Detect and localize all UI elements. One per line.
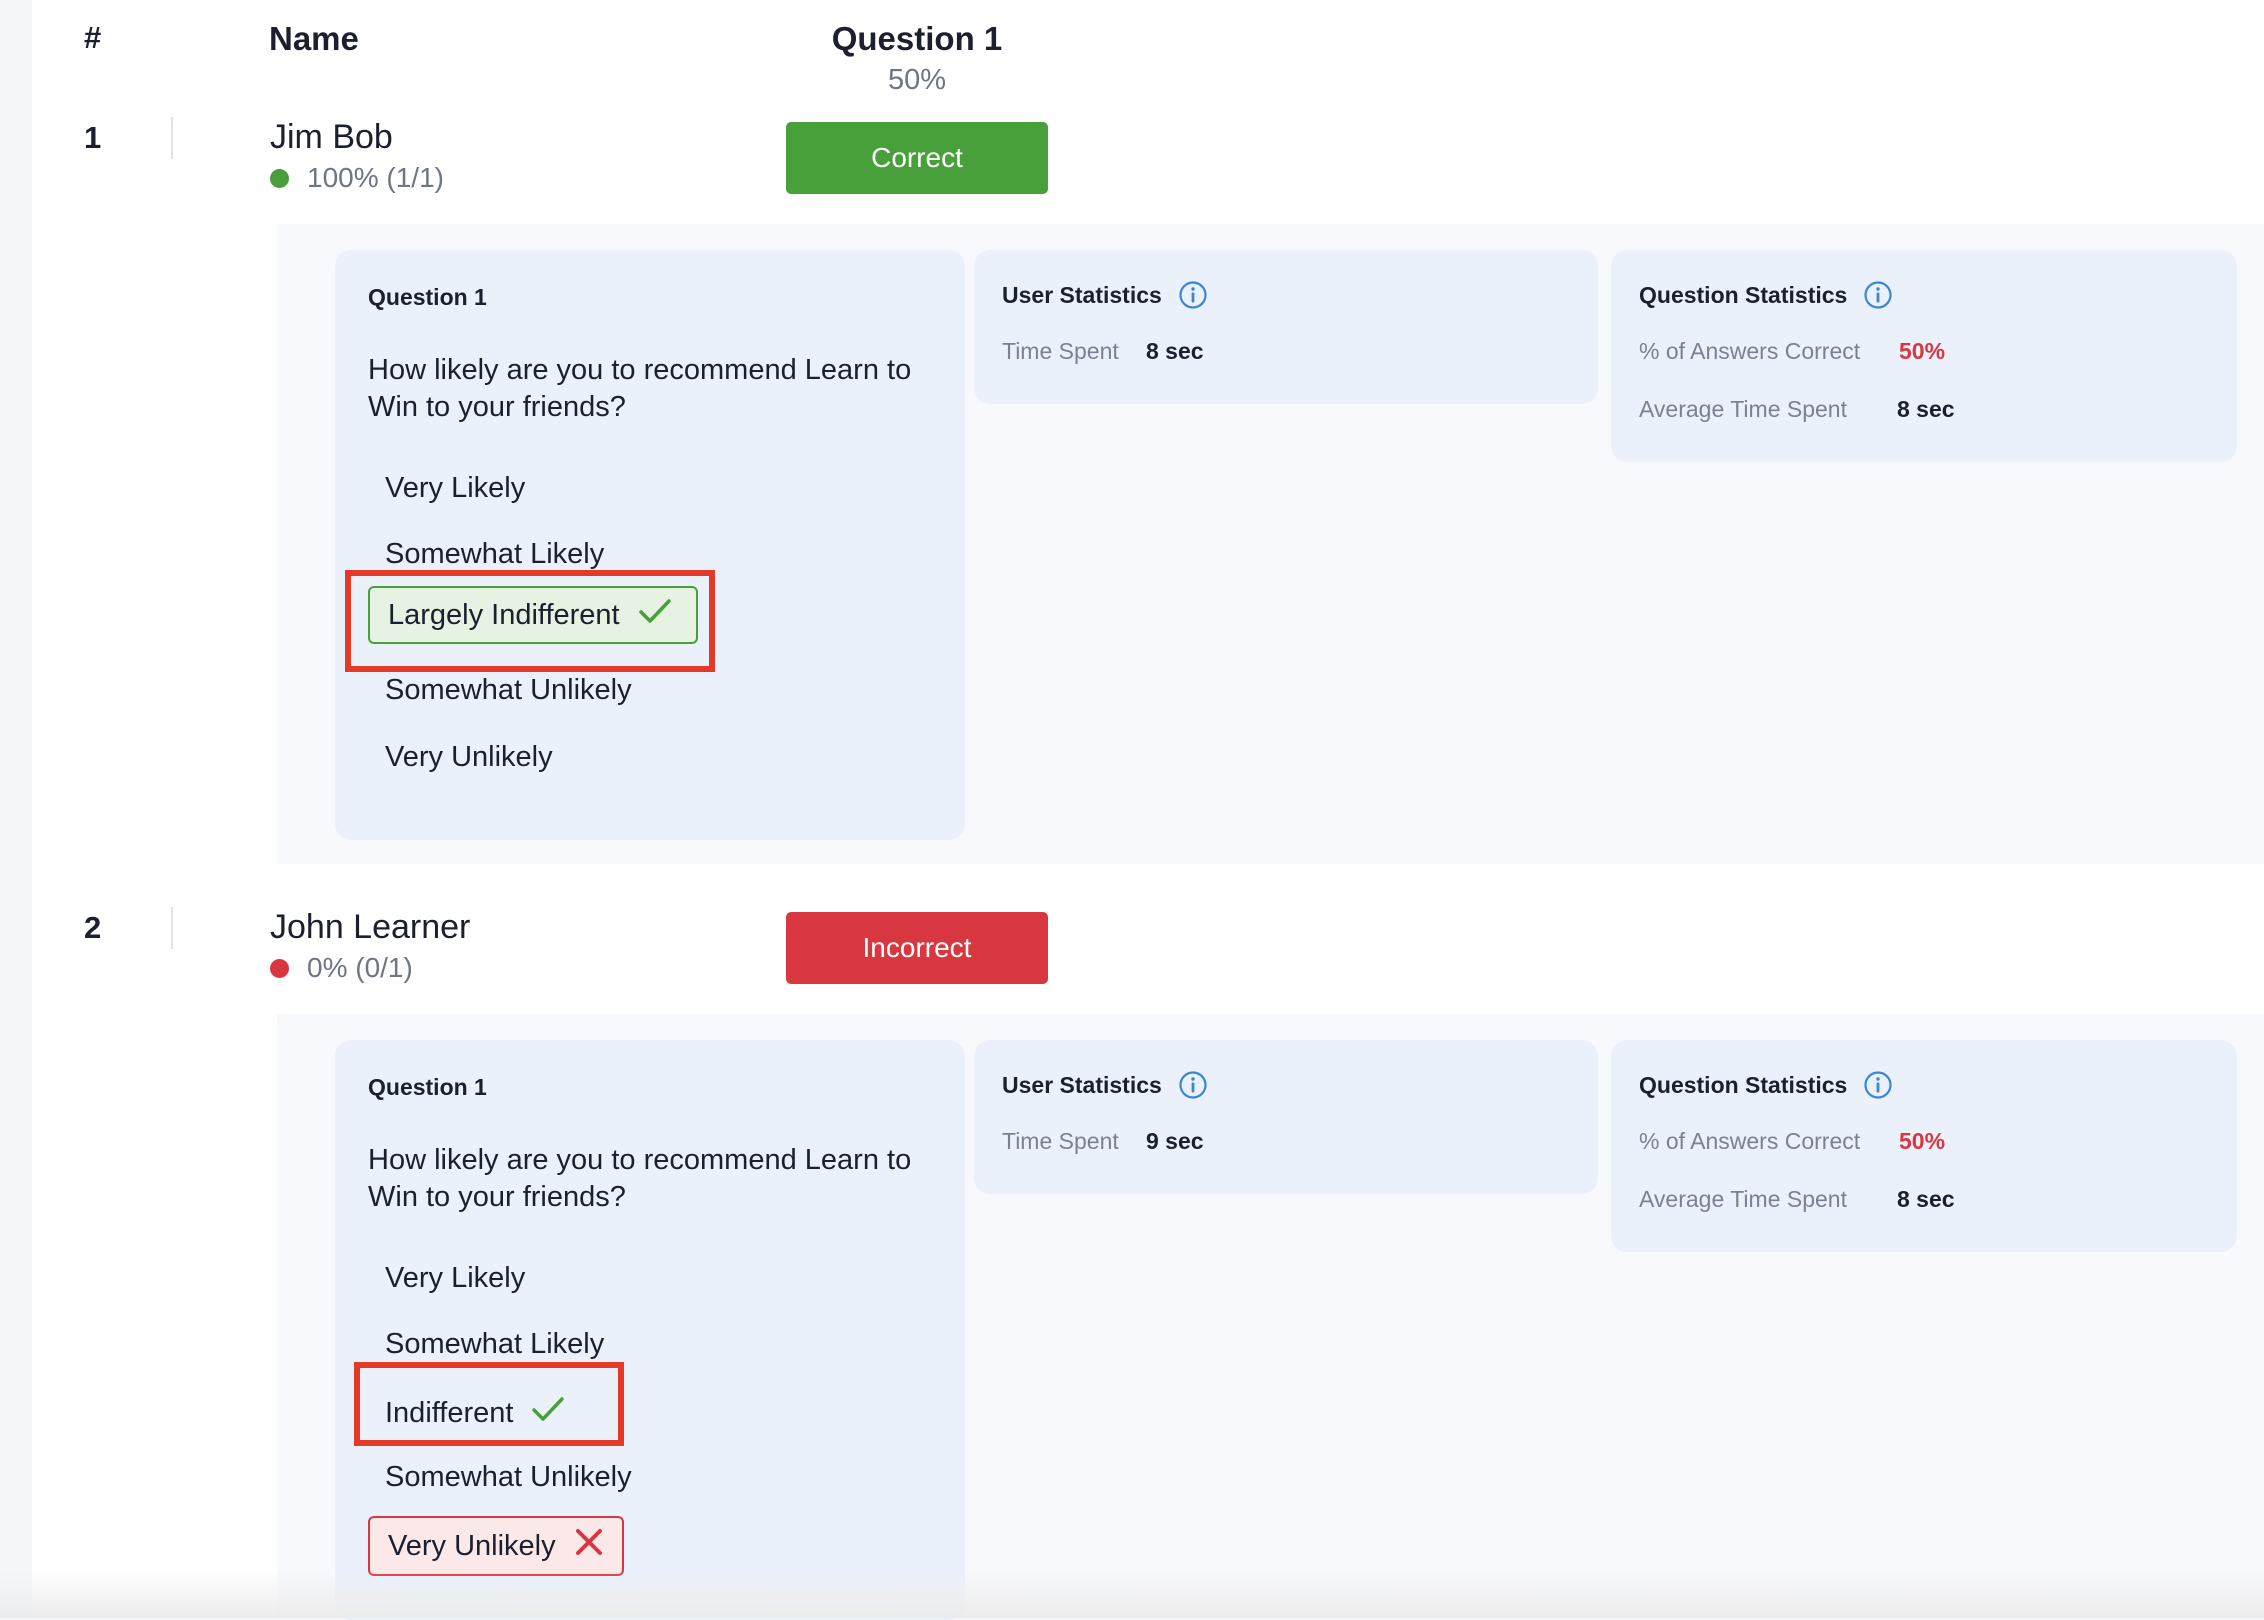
column-header-question[interactable]: Question 1 — [777, 20, 1057, 58]
status-dot — [270, 168, 289, 188]
time-spent-value: 9 sec — [1146, 1128, 1204, 1154]
question-statistics-title: Question Statistics — [1639, 280, 1893, 310]
question-statistics-card: Question Statistics % of Answers Correct… — [1611, 250, 2237, 462]
answers-correct-label: % of Answers Correct — [1639, 338, 1861, 364]
column-header-name: Name — [269, 20, 359, 57]
question-title: Question 1 — [368, 1074, 487, 1100]
row-divider — [171, 907, 173, 949]
answer-option: Very Likely — [385, 1262, 526, 1294]
result-correct-button[interactable]: Correct — [786, 122, 1048, 194]
average-time-value: 8 sec — [1897, 1186, 1955, 1212]
time-spent-label: Time Spent — [1002, 338, 1119, 364]
answer-option: Somewhat Unlikely — [385, 1461, 632, 1493]
average-time-label: Average Time Spent — [1639, 1186, 1847, 1212]
info-icon[interactable] — [1863, 280, 1893, 310]
question-text: How likely are you to recommend Learn to… — [368, 1144, 912, 1213]
user-statistics-title: User Statistics — [1002, 280, 1208, 310]
user-statistics-title: User Statistics — [1002, 1070, 1208, 1100]
learner-score-text: 0% (0/1) — [307, 952, 413, 983]
user-statistics-card: User Statistics Time Spent 9 sec — [974, 1040, 1598, 1194]
learner-score: 0% (0/1) — [270, 952, 413, 984]
question-card: Question 1 How likely are you to recomme… — [335, 250, 965, 840]
answer-option: Somewhat Likely — [385, 1328, 605, 1360]
row-number: 1 — [84, 120, 102, 155]
average-time-label: Average Time Spent — [1639, 396, 1847, 422]
row-divider — [171, 117, 173, 159]
answers-correct-label: % of Answers Correct — [1639, 1128, 1861, 1154]
annotation-highlight-box — [354, 1362, 624, 1446]
learner-name[interactable]: John Learner — [270, 908, 470, 947]
question-statistics-title-text: Question Statistics — [1639, 281, 1848, 308]
user-statistics-title-text: User Statistics — [1002, 1071, 1162, 1098]
x-mark-icon — [574, 1527, 604, 1565]
answers-correct-value: 50% — [1899, 1128, 1946, 1154]
answer-option-label: Very Unlikely — [388, 1529, 556, 1562]
learner-name[interactable]: Jim Bob — [270, 118, 393, 157]
info-icon[interactable] — [1178, 1070, 1208, 1100]
question-statistics-title-text: Question Statistics — [1639, 1071, 1848, 1098]
question-text: How likely are you to recommend Learn to… — [368, 354, 912, 423]
question-statistics-title: Question Statistics — [1639, 1070, 1893, 1100]
answer-option: Very Unlikely — [385, 741, 553, 773]
answers-correct-value: 50% — [1899, 338, 1946, 364]
time-spent-label: Time Spent — [1002, 1128, 1119, 1154]
answer-option: Somewhat Unlikely — [385, 674, 632, 706]
column-header-question-percent: 50% — [887, 64, 947, 96]
average-time-value: 8 sec — [1897, 396, 1955, 422]
info-icon[interactable] — [1178, 280, 1208, 310]
answer-option: Very Likely — [385, 472, 526, 504]
learner-score-text: 100% (1/1) — [307, 162, 444, 193]
question-title: Question 1 — [368, 284, 487, 310]
status-dot — [270, 958, 289, 978]
learner-score: 100% (1/1) — [270, 162, 444, 194]
results-page: # Name Question 1 50% 1 Jim Bob 100% (1/… — [32, 0, 2264, 1620]
scroll-fade — [0, 1570, 2264, 1618]
column-header-number: # — [84, 20, 102, 55]
user-statistics-card: User Statistics Time Spent 8 sec — [974, 250, 1598, 404]
result-incorrect-button[interactable]: Incorrect — [786, 912, 1048, 984]
row-number: 2 — [84, 910, 102, 945]
answer-option-selected-incorrect: Very Unlikely — [368, 1516, 624, 1576]
answer-option: Somewhat Likely — [385, 538, 605, 570]
time-spent-value: 8 sec — [1146, 338, 1204, 364]
info-icon[interactable] — [1863, 1070, 1893, 1100]
question-statistics-card: Question Statistics % of Answers Correct… — [1611, 1040, 2237, 1252]
answer-detail-panel: Question 1 How likely are you to recomme… — [277, 1014, 2264, 1620]
user-statistics-title-text: User Statistics — [1002, 281, 1162, 308]
answer-detail-panel: Question 1 How likely are you to recomme… — [277, 224, 2264, 864]
question-card: Question 1 How likely are you to recomme… — [335, 1040, 965, 1620]
annotation-highlight-box — [345, 570, 715, 672]
